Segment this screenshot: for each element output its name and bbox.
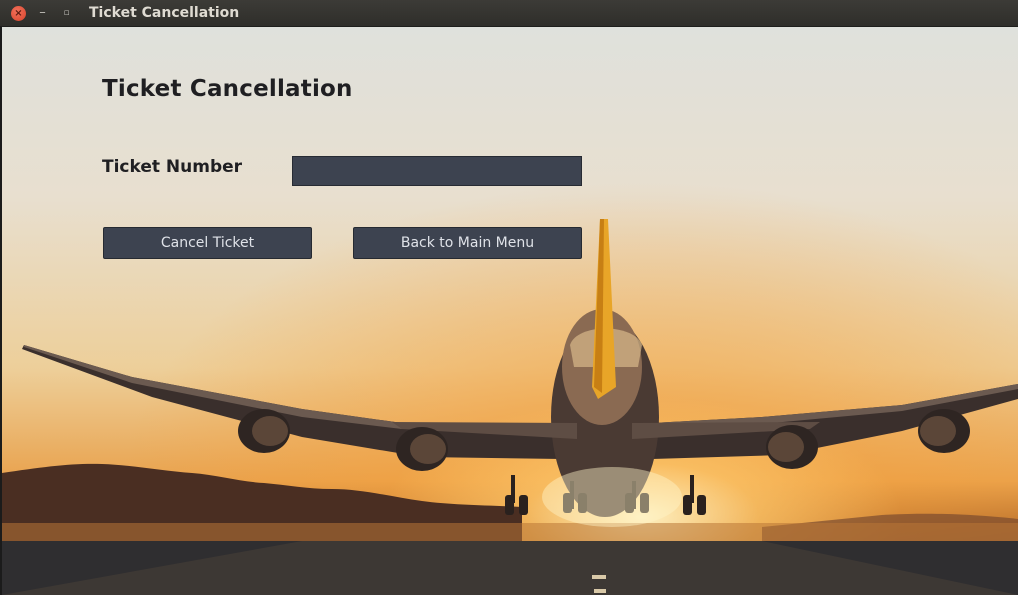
title-bar: × – ▫ Ticket Cancellation [0,0,1018,27]
runway-marking [592,575,606,579]
page-title: Ticket Cancellation [102,76,353,102]
maximize-icon[interactable]: ▫ [59,6,74,21]
horizon-band [2,523,1018,541]
minimize-icon[interactable]: – [35,6,50,21]
window-title: Ticket Cancellation [89,5,240,21]
ticket-number-label: Ticket Number [102,157,243,177]
cancel-ticket-button[interactable]: Cancel Ticket [103,227,312,259]
ticket-number-field[interactable] [292,156,582,186]
background-image [2,219,1018,595]
runway-marking [594,589,606,593]
application-window: × – ▫ Ticket Cancellation Ticket Cancell… [0,0,1018,595]
content-area: Ticket Cancellation Ticket Number Cancel… [2,27,1018,595]
back-to-main-menu-button[interactable]: Back to Main Menu [353,227,582,259]
close-icon[interactable]: × [11,6,26,21]
